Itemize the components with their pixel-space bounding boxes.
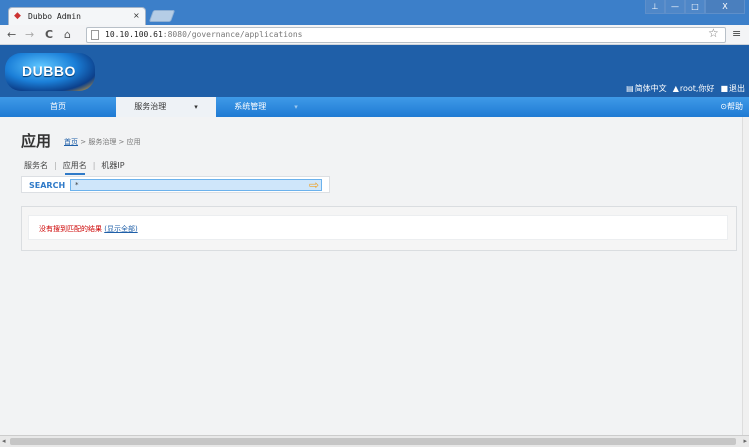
main-nav: 首页 服务治理 ▾ 系统管理 ▾ ⊙帮助	[0, 97, 749, 117]
no-result-message: 没有搜到匹配的结果 (显示全部)	[39, 224, 138, 234]
horizontal-scrollbar[interactable]: ◂ ▸	[0, 435, 749, 447]
browser-tab[interactable]: ◆ Dubbo Admin ×	[8, 7, 146, 25]
language-label: 简体中文	[634, 84, 667, 93]
logout-icon: ■	[720, 84, 728, 93]
vertical-scrollbar[interactable]	[742, 117, 749, 435]
scroll-left-icon[interactable]: ◂	[2, 437, 6, 445]
show-all-link[interactable]: (显示全部)	[104, 225, 137, 233]
no-result-text: 没有搜到匹配的结果	[39, 225, 102, 233]
nav-item-label: 系统管理	[234, 102, 267, 111]
filter-separator: |	[54, 161, 57, 170]
result-row: 没有搜到匹配的结果 (显示全部)	[28, 215, 728, 240]
nav-item-home[interactable]: 首页	[0, 97, 116, 117]
search-input[interactable]	[71, 180, 321, 190]
reload-icon[interactable]: C	[45, 28, 53, 41]
nav-item-service-governance[interactable]: 服务治理 ▾	[116, 97, 216, 117]
window-extra-button[interactable]: ⊥	[645, 0, 665, 14]
breadcrumb: 首页 > 服务治理 > 应用	[64, 137, 141, 147]
filter-tabs: 服务名 | 应用名 | 机器IP	[24, 160, 125, 175]
window-minimize-button[interactable]: —	[665, 0, 685, 14]
url-text: 10.10.100.61:8080/governance/application…	[105, 30, 302, 39]
url-host: 10.10.100.61	[105, 30, 163, 39]
search-go-arrow-icon[interactable]: ⇨	[309, 179, 319, 191]
filter-tab-service[interactable]: 服务名	[24, 160, 48, 171]
help-label: 帮助	[727, 102, 743, 111]
browser-titlebar: ◆ Dubbo Admin × ⊥ — □ X	[0, 0, 749, 25]
address-bar[interactable]: 10.10.100.61:8080/governance/application…	[86, 27, 726, 43]
nav-item-label: 服务治理	[134, 102, 167, 111]
window-controls: ⊥ — □ X	[645, 0, 745, 14]
forward-arrow-icon[interactable]: →	[25, 28, 34, 41]
page-icon	[91, 30, 99, 40]
window-maximize-button[interactable]: □	[685, 0, 705, 14]
window-close-button[interactable]: X	[705, 0, 745, 14]
tab-title: Dubbo Admin	[28, 12, 81, 21]
url-path: :8080/governance/applications	[162, 30, 303, 39]
filter-tab-application[interactable]: 应用名	[63, 160, 87, 175]
breadcrumb-home-link[interactable]: 首页	[64, 138, 78, 146]
user-greeting[interactable]: ▲root,你好	[673, 83, 715, 94]
site-header: DUBBO ▤简体中文 ▲root,你好 ■退出	[0, 45, 749, 97]
browser-toolbar: ← → C ⌂ 10.10.100.61:8080/governance/app…	[0, 25, 749, 45]
user-bar: ▤简体中文 ▲root,你好 ■退出	[626, 83, 745, 94]
breadcrumb-trail: > 服务治理 > 应用	[78, 138, 141, 146]
search-label: SEARCH	[29, 181, 66, 190]
nav-item-system-management[interactable]: 系统管理 ▾	[216, 97, 316, 117]
dubbo-logo[interactable]: DUBBO	[5, 53, 95, 91]
language-icon: ▤	[626, 84, 634, 93]
search-input-wrapper	[70, 179, 322, 191]
filter-separator: |	[92, 161, 96, 170]
home-icon[interactable]: ⌂	[64, 28, 71, 41]
main-content: 应用 首页 > 服务治理 > 应用 服务名 | 应用名 | 机器IP SEARC…	[0, 117, 742, 435]
language-link[interactable]: ▤简体中文	[626, 83, 667, 94]
logout-link[interactable]: ■退出	[720, 83, 745, 94]
browser-menu-icon[interactable]: ≡	[732, 27, 741, 40]
new-tab-button[interactable]	[148, 10, 176, 22]
chevron-down-icon: ▾	[294, 103, 298, 111]
chevron-down-icon: ▾	[194, 103, 198, 111]
tab-close-icon[interactable]: ×	[133, 11, 140, 20]
scroll-right-icon[interactable]: ▸	[743, 437, 747, 445]
user-icon: ▲	[672, 84, 679, 93]
bookmark-star-icon[interactable]: ☆	[708, 26, 719, 40]
logo-text: DUBBO	[22, 63, 76, 79]
page-title: 应用	[21, 132, 52, 150]
search-bar: SEARCH ⇨	[21, 176, 330, 193]
user-greeting-label: root,你好	[679, 84, 715, 93]
nav-item-label: 首页	[50, 102, 66, 111]
filter-tab-host-ip[interactable]: 机器IP	[101, 160, 124, 171]
horizontal-scroll-thumb[interactable]	[10, 438, 736, 445]
help-link[interactable]: ⊙帮助	[720, 97, 743, 117]
help-icon: ⊙	[720, 102, 727, 111]
result-panel: 没有搜到匹配的结果 (显示全部)	[21, 206, 737, 251]
favicon-icon: ◆	[14, 11, 21, 21]
logout-label: 退出	[729, 84, 745, 93]
back-arrow-icon[interactable]: ←	[7, 28, 16, 41]
